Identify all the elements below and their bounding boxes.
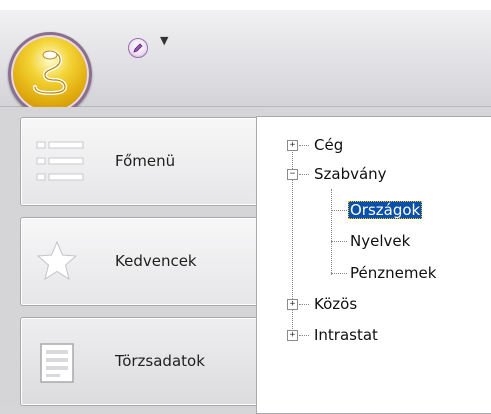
list-icon bbox=[36, 141, 84, 181]
nav-button-fomenu[interactable]: Főmenü bbox=[20, 117, 272, 206]
expand-icon[interactable]: + bbox=[287, 140, 298, 151]
tree-node-label: Országok bbox=[348, 201, 423, 219]
tree-connector bbox=[331, 189, 332, 275]
tree-node-intrastat[interactable]: Intrastat bbox=[314, 325, 378, 345]
nav-button-label: Törzsadatok bbox=[115, 352, 205, 370]
expand-icon[interactable]: + bbox=[287, 299, 298, 310]
tree-node-label: Közös bbox=[314, 295, 358, 313]
tree-node-kozos[interactable]: Közös bbox=[314, 294, 357, 314]
application-menu-button[interactable] bbox=[8, 32, 92, 116]
tree-node-ceg[interactable]: Cég bbox=[314, 135, 343, 155]
tree-node-label: Pénznemek bbox=[350, 264, 437, 282]
quick-access-dropdown-icon[interactable]: ▼ bbox=[160, 34, 168, 47]
nav-button-kedvencek[interactable]: Kedvencek bbox=[20, 217, 272, 306]
tree-node-orszagok[interactable]: Országok bbox=[348, 200, 423, 220]
tree-node-label: Szabvány bbox=[314, 165, 387, 183]
star-icon bbox=[36, 240, 78, 281]
navigation-pane: Főmenü Kedvencek Törzsadatok bbox=[0, 107, 272, 406]
tree-connector bbox=[292, 152, 293, 341]
tree-node-nyelvek[interactable]: Nyelvek bbox=[350, 231, 410, 251]
form-icon bbox=[40, 343, 74, 383]
ribbon: ▼ bbox=[0, 10, 491, 116]
tree-connector bbox=[299, 304, 309, 305]
tree-connector bbox=[331, 241, 347, 242]
tree-connector bbox=[299, 335, 309, 336]
tree-connector bbox=[331, 273, 347, 274]
quick-access-button[interactable] bbox=[128, 38, 148, 58]
nav-button-label: Főmenü bbox=[115, 152, 176, 170]
tree-connector bbox=[299, 145, 309, 146]
tree-connector bbox=[299, 174, 309, 175]
app-window: ▼ Főmenü Kedvencek Törzsadatok + Cég − S… bbox=[0, 0, 491, 414]
pen-icon bbox=[133, 43, 143, 53]
tree-node-szabvany[interactable]: Szabvány bbox=[314, 164, 387, 184]
collapse-icon[interactable]: − bbox=[287, 169, 298, 180]
tree-node-label: Nyelvek bbox=[350, 232, 411, 250]
tree-node-penznemek[interactable]: Pénznemek bbox=[350, 263, 436, 283]
tree-panel: + Cég − Szabvány Országok Nyelvek Pénzne… bbox=[256, 116, 491, 414]
nav-button-label: Kedvencek bbox=[115, 252, 197, 270]
title-strip bbox=[0, 0, 491, 10]
cobra-logo-icon bbox=[33, 50, 68, 95]
nav-button-torzsadatok[interactable]: Törzsadatok bbox=[20, 317, 272, 406]
tree-node-label: Cég bbox=[314, 136, 344, 154]
tree-node-label: Intrastat bbox=[314, 326, 378, 344]
expand-icon[interactable]: + bbox=[287, 330, 298, 341]
tree-connector bbox=[331, 210, 347, 211]
